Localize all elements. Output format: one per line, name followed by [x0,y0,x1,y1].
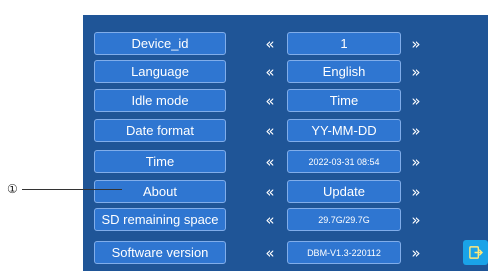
sd-space-prev-button[interactable]: « [261,208,279,231]
software-version-next-button[interactable]: » [407,241,425,264]
setting-row-idle-mode: Idle mode « Time » [83,89,488,112]
time-prev-button[interactable]: « [261,150,279,173]
software-version-label: Software version [94,241,226,264]
language-value: English [287,60,401,83]
about-value: Update [287,180,401,203]
device-id-prev-button[interactable]: « [261,32,279,55]
time-label: Time [94,150,226,173]
language-label: Language [94,60,226,83]
exit-icon [469,246,483,259]
setting-row-language: Language « English » [83,60,488,83]
about-prev-button[interactable]: « [261,180,279,203]
idle-mode-label: Idle mode [94,89,226,112]
device-id-next-button[interactable]: » [407,32,425,55]
time-value: 2022-03-31 08:54 [287,150,401,173]
callout-marker: ① [7,181,18,197]
sd-space-value: 29.7G/29.7G [287,208,401,231]
date-format-label: Date format [94,119,226,142]
setting-row-device-id: Device_id « 1 » [83,32,488,55]
setting-row-software-version: Software version « DBM-V1.3-220112 » [83,241,488,264]
idle-mode-value: Time [287,89,401,112]
callout-leader-line [22,189,122,190]
setting-row-date-format: Date format « YY-MM-DD » [83,119,488,142]
idle-mode-prev-button[interactable]: « [261,89,279,112]
setting-row-about: About « Update » [83,180,488,203]
sd-space-next-button[interactable]: » [407,208,425,231]
software-version-prev-button[interactable]: « [261,241,279,264]
sd-space-label: SD remaining space [94,208,226,231]
exit-button[interactable] [463,240,488,265]
callout-number: ① [7,182,18,196]
time-next-button[interactable]: » [407,150,425,173]
date-format-prev-button[interactable]: « [261,119,279,142]
language-prev-button[interactable]: « [261,60,279,83]
about-label: About [94,180,226,203]
software-version-value: DBM-V1.3-220112 [287,241,401,264]
about-next-button[interactable]: » [407,180,425,203]
date-format-value: YY-MM-DD [287,119,401,142]
settings-panel: Device_id « 1 » Language « English » Idl… [83,15,488,271]
idle-mode-next-button[interactable]: » [407,89,425,112]
setting-row-sd-space: SD remaining space « 29.7G/29.7G » [83,208,488,231]
language-next-button[interactable]: » [407,60,425,83]
device-id-label: Device_id [94,32,226,55]
device-id-value: 1 [287,32,401,55]
setting-row-time: Time « 2022-03-31 08:54 » [83,150,488,173]
date-format-next-button[interactable]: » [407,119,425,142]
